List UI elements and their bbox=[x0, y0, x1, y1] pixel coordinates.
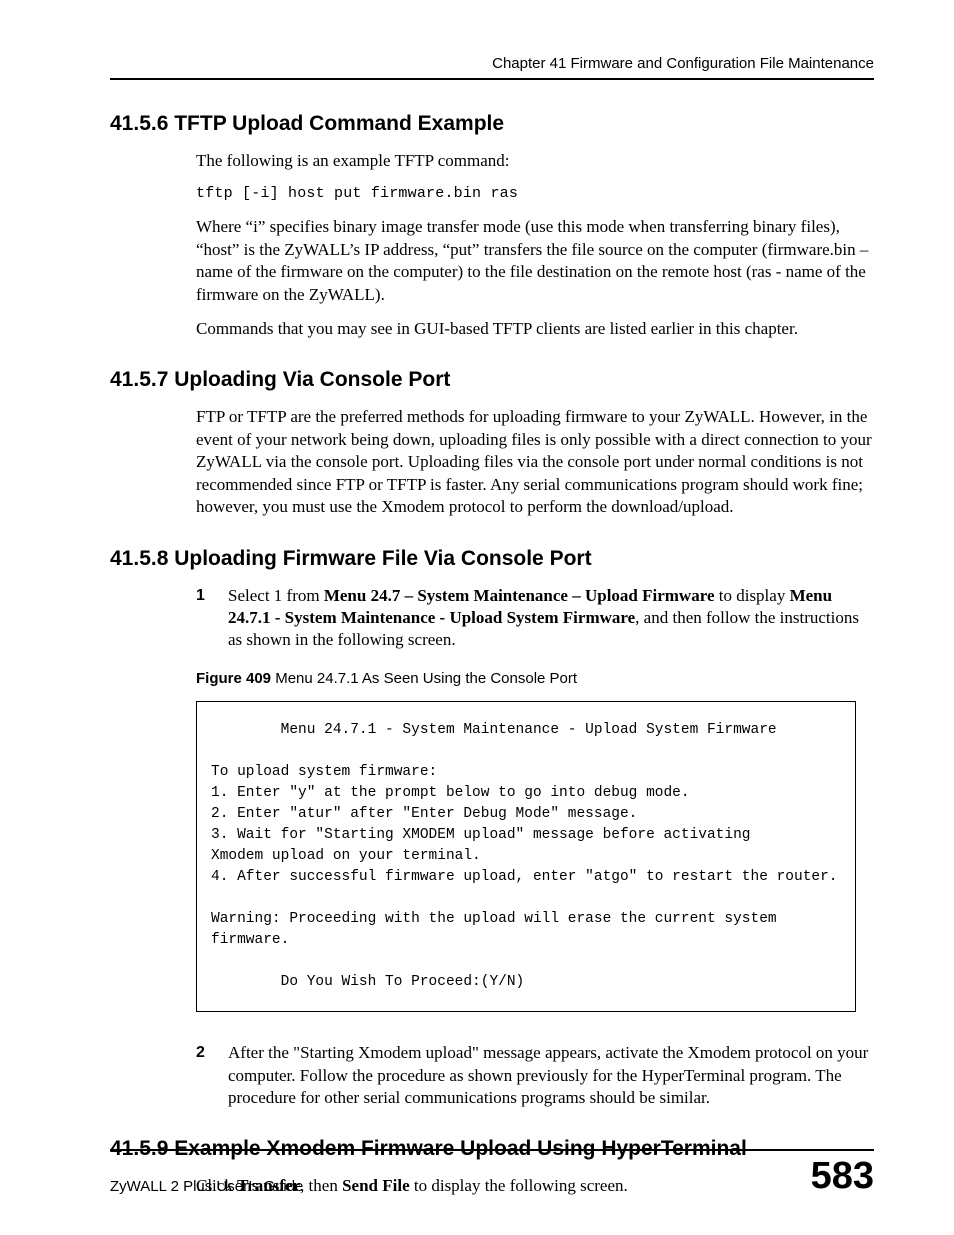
figure-label: Figure 409 bbox=[196, 670, 271, 687]
page-number: 583 bbox=[811, 1157, 874, 1195]
console-output: Menu 24.7.1 - System Maintenance - Uploa… bbox=[196, 701, 856, 1012]
figure-caption: Figure 409 Menu 24.7.1 As Seen Using the… bbox=[196, 670, 874, 687]
list-number: 2 bbox=[196, 1042, 205, 1063]
header-rule bbox=[110, 78, 874, 80]
footer-guide-title: ZyWALL 2 Plus User’s Guide bbox=[110, 1178, 303, 1195]
body-text: Commands that you may see in GUI-based T… bbox=[196, 318, 874, 340]
footer-rule bbox=[110, 1149, 874, 1151]
body-text: FTP or TFTP are the preferred methods fo… bbox=[196, 406, 874, 518]
body-text: The following is an example TFTP command… bbox=[196, 150, 874, 172]
text-run: to display bbox=[715, 586, 790, 605]
body-text: Select 1 from Menu 24.7 – System Mainten… bbox=[228, 586, 859, 650]
text-run: Select 1 from bbox=[228, 586, 324, 605]
figure-title: Menu 24.7.1 As Seen Using the Console Po… bbox=[271, 670, 577, 687]
text-bold: Menu 24.7 – System Maintenance – Upload … bbox=[324, 586, 715, 605]
heading-41-5-7: 41.5.7 Uploading Via Console Port bbox=[110, 368, 874, 392]
list-item: 2 After the "Starting Xmodem upload" mes… bbox=[196, 1042, 874, 1109]
chapter-header: Chapter 41 Firmware and Configuration Fi… bbox=[110, 55, 874, 72]
body-text: Where “i” specifies binary image transfe… bbox=[196, 216, 874, 306]
heading-41-5-6: 41.5.6 TFTP Upload Command Example bbox=[110, 112, 874, 136]
heading-41-5-8: 41.5.8 Uploading Firmware File Via Conso… bbox=[110, 547, 874, 571]
list-number: 1 bbox=[196, 585, 205, 606]
page-footer: ZyWALL 2 Plus User’s Guide 583 bbox=[110, 1149, 874, 1195]
list-item: 1 Select 1 from Menu 24.7 – System Maint… bbox=[196, 585, 874, 652]
code-line: tftp [-i] host put firmware.bin ras bbox=[196, 184, 874, 204]
body-text: After the "Starting Xmodem upload" messa… bbox=[228, 1043, 868, 1107]
